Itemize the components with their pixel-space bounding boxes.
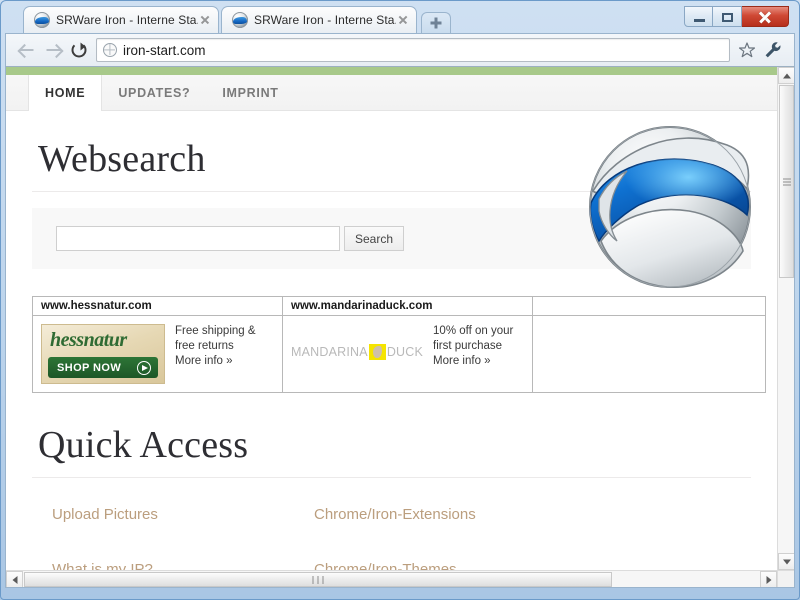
ads-table: www.hessnatur.com www.mandarinaduck.com … <box>32 296 766 393</box>
nav-item-home[interactable]: HOME <box>28 75 102 111</box>
quick-link-chrome-iron-themes[interactable]: Chrome/Iron-Themes <box>314 561 576 570</box>
quick-access-column-1: Upload Pictures What is my IP? <box>52 506 314 570</box>
reload-icon <box>72 43 87 58</box>
search-input[interactable] <box>56 226 340 251</box>
mandarinaduck-wordmark: MANDARINA DUCK <box>291 324 423 380</box>
scrollbar-corner <box>777 570 794 587</box>
grip-icon <box>783 176 791 187</box>
tab-strip: SRWare Iron - Interne Sta... SRWare Iron… <box>5 4 795 33</box>
close-icon[interactable] <box>198 13 212 27</box>
horizontal-scrollbar-thumb[interactable] <box>24 572 612 587</box>
mandarinaduck-text-right: DUCK <box>387 345 423 359</box>
back-arrow-icon <box>20 44 35 56</box>
ad-cell-empty <box>533 316 766 393</box>
table-row: hessnatur SHOP NOW Free shipping & free … <box>33 316 766 393</box>
browser-toolbar: iron-start.com <box>5 33 795 67</box>
vertical-scrollbar[interactable] <box>777 67 794 570</box>
websearch-form: Search <box>32 208 751 269</box>
plus-icon <box>431 18 442 29</box>
quick-access-column-2: Chrome/Iron-Extensions Chrome/Iron-Theme… <box>314 506 576 570</box>
vertical-scrollbar-thumb[interactable] <box>779 85 794 278</box>
minimize-icon <box>694 19 705 22</box>
scroll-down-button[interactable] <box>778 553 795 570</box>
ad-cell-hessnatur[interactable]: hessnatur SHOP NOW Free shipping & free … <box>33 316 283 393</box>
horizontal-scrollbar[interactable] <box>6 570 777 587</box>
maximize-button[interactable] <box>713 6 742 27</box>
chevron-down-icon <box>783 559 791 564</box>
tab-title: SRWare Iron - Interne Sta... <box>56 13 198 27</box>
url-text: iron-start.com <box>123 43 206 58</box>
iron-logo-icon <box>34 12 50 28</box>
address-bar[interactable]: iron-start.com <box>96 38 730 62</box>
ad-header-cell: www.mandarinaduck.com <box>283 297 533 316</box>
chevron-right-icon <box>766 576 771 584</box>
forward-button[interactable] <box>40 37 66 63</box>
page-viewport: HOME UPDATES? IMPRINT <box>5 67 795 588</box>
green-accent-bar <box>6 67 777 75</box>
ad-cell-mandarinaduck[interactable]: MANDARINA DUCK 10% off on your first pur… <box>283 316 533 393</box>
close-icon[interactable] <box>396 13 410 27</box>
page-title-websearch: Websearch <box>32 111 751 192</box>
browser-window: SRWare Iron - Interne Sta... SRWare Iron… <box>0 0 800 600</box>
iron-logo-icon <box>232 12 248 28</box>
mandarinaduck-text-left: MANDARINA <box>291 345 368 359</box>
duck-icon <box>369 344 386 360</box>
site-navigation: HOME UPDATES? IMPRINT <box>6 75 777 111</box>
chevron-left-icon <box>12 576 17 584</box>
wrench-icon <box>764 41 782 59</box>
more-info-link[interactable]: More info » <box>433 354 524 369</box>
shop-now-label: SHOP NOW <box>57 362 121 374</box>
browser-tab[interactable]: SRWare Iron - Interne Sta... <box>23 6 219 33</box>
page-content: Websearch Search www.hessnatur.com www.m… <box>6 111 777 570</box>
search-button[interactable]: Search <box>344 226 404 251</box>
close-button[interactable] <box>742 6 789 27</box>
quick-access-links: Upload Pictures What is my IP? Chrome/Ir… <box>32 478 751 570</box>
nav-item-updates[interactable]: UPDATES? <box>102 75 206 110</box>
tab-title: SRWare Iron - Interne Sta... <box>254 13 396 27</box>
ad-header-cell <box>533 297 766 316</box>
web-page: HOME UPDATES? IMPRINT <box>6 67 777 570</box>
quick-link-chrome-iron-extensions[interactable]: Chrome/Iron-Extensions <box>314 506 576 561</box>
scroll-right-button[interactable] <box>760 571 777 588</box>
grip-icon <box>311 576 326 584</box>
ad-description: Free shipping & free returns <box>175 324 274 354</box>
close-icon <box>758 10 772 24</box>
quick-link-what-is-my-ip[interactable]: What is my IP? <box>52 561 314 570</box>
window-controls <box>684 6 789 28</box>
hessnatur-banner-image[interactable]: hessnatur SHOP NOW <box>41 324 165 384</box>
table-row: www.hessnatur.com www.mandarinaduck.com <box>33 297 766 316</box>
menu-button[interactable] <box>760 37 786 63</box>
scroll-left-button[interactable] <box>6 571 23 588</box>
globe-icon <box>103 43 117 57</box>
page-title-quick-access: Quick Access <box>32 393 751 478</box>
ad-description: 10% off on your first purchase <box>433 324 524 354</box>
chevron-up-icon <box>783 73 791 78</box>
forward-arrow-icon <box>46 44 61 56</box>
browser-tab[interactable]: SRWare Iron - Interne Sta... <box>221 6 417 33</box>
scroll-up-button[interactable] <box>778 67 795 84</box>
minimize-button[interactable] <box>684 6 713 27</box>
bookmark-button[interactable] <box>734 37 760 63</box>
back-button[interactable] <box>14 37 40 63</box>
new-tab-button[interactable] <box>421 12 451 33</box>
quick-link-upload-pictures[interactable]: Upload Pictures <box>52 506 314 561</box>
more-info-link[interactable]: More info » <box>175 354 274 369</box>
shop-now-button[interactable]: SHOP NOW <box>48 357 158 378</box>
maximize-icon <box>722 13 733 22</box>
play-icon <box>137 361 151 375</box>
star-icon <box>739 42 755 58</box>
nav-item-imprint[interactable]: IMPRINT <box>206 75 294 110</box>
reload-button[interactable] <box>66 37 92 63</box>
ad-header-cell: www.hessnatur.com <box>33 297 283 316</box>
hessnatur-wordmark: hessnatur <box>50 329 127 352</box>
